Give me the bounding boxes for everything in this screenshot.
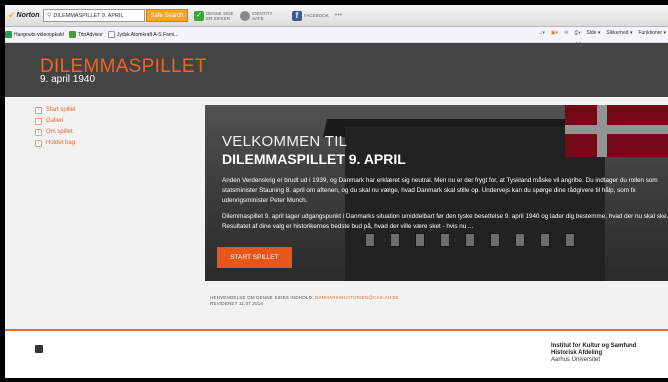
- footer-institute-name: Institut for Kultur og Samfund: [551, 343, 637, 349]
- nav-item-label: Start spillet: [46, 107, 76, 113]
- chevron-right-icon: ›: [35, 106, 42, 114]
- facebook-button[interactable]: f FACEBOOK: [292, 10, 329, 21]
- favorite-tripadvisor-label: TripAdvisor: [77, 31, 103, 38]
- favorite-tripadvisor[interactable]: TripAdvisor: [68, 31, 103, 38]
- nav-item-label: Om spillet: [46, 129, 73, 135]
- page-menu[interactable]: Side ▾: [586, 30, 600, 36]
- green-check-icon: ✓: [194, 10, 204, 21]
- hero-welcome: VELKOMMEN TIL: [222, 133, 348, 150]
- nav-item-holdet-bag[interactable]: › Holdet bag: [35, 138, 195, 148]
- contact-line: HENVENDELSE OM DENNE SIDES INDHOLD: DANM…: [210, 295, 399, 300]
- hero-description-paragraph: Dilemmaspillet 9. april tager udgangspun…: [222, 213, 668, 230]
- footer-department-name: Historisk Afdeling: [551, 350, 603, 356]
- more-label: •••: [334, 12, 343, 19]
- norton-check-icon: ✓: [8, 10, 16, 20]
- norton-brand-label: Norton: [16, 12, 40, 19]
- page-icon: [107, 31, 115, 38]
- identity-icon: [240, 10, 250, 21]
- norton-search-input[interactable]: ⚲ DILEMMASPILLET 9. APRIL: [43, 9, 145, 22]
- start-game-button[interactable]: START SPILLET: [217, 247, 292, 268]
- safe-site-label: DENNE SIDE ER SIKKER: [206, 10, 234, 21]
- tools-menu[interactable]: Funktioner ▾: [638, 30, 666, 36]
- favorite-hangouts-label: Hangouts-videoopkald: [14, 31, 64, 38]
- tripadvisor-icon: [68, 31, 76, 38]
- main-content: › Start spillet › Galleri › Om spillet ›…: [5, 97, 668, 329]
- revised-date: REVIDERET 11.07.2014: [210, 301, 264, 306]
- safe-site-indicator[interactable]: ✓ DENNE SIDE ER SIKKER: [194, 10, 234, 21]
- page-number: 29: [575, 43, 582, 49]
- norton-search-value: DILEMMASPILLET 9. APRIL: [53, 12, 124, 19]
- nav-item-label: Holdet bag: [46, 140, 76, 146]
- nav-item-label: Galleri: [46, 118, 64, 124]
- norton-logo[interactable]: ✓ Norton: [5, 10, 43, 21]
- feeds-icon[interactable]: ▣▾: [551, 30, 558, 36]
- au-logo-icon[interactable]: [35, 345, 43, 353]
- hero-banner: VELKOMMEN TIL DILEMMASPILLET 9. APRIL An…: [205, 105, 668, 281]
- command-bar: ⌂▾ ▣▾ ✉ ⎙▾ Side ▾ Sikkerhed ▾ Funktioner…: [539, 30, 666, 36]
- nav-item-om-spillet[interactable]: › Om spillet: [35, 127, 195, 137]
- hero-title: DILEMMASPILLET 9. APRIL: [222, 151, 406, 167]
- site-date: 9. april 1940: [40, 74, 96, 85]
- favorite-jydsk-label: Jydsk Atomkraft A-S Fami...: [116, 31, 179, 38]
- nav-item-galleri[interactable]: › Galleri: [35, 116, 195, 126]
- hero-intro-paragraph: Anden Verdenskrig er brudt ud i 1939, og…: [222, 177, 658, 204]
- mail-icon[interactable]: ✉: [564, 30, 568, 36]
- more-button[interactable]: •••: [334, 12, 343, 19]
- chevron-right-icon: ›: [35, 139, 42, 147]
- search-icon: ⚲: [47, 13, 52, 19]
- contact-prefix: HENVENDELSE OM DENNE SIDES INDHOLD:: [210, 295, 315, 300]
- facebook-icon: f: [292, 10, 302, 21]
- contact-email-link[interactable]: DANMARKSHISTORIEN@CAS.AU.DK: [315, 295, 399, 300]
- nav-item-start[interactable]: › Start spillet: [35, 105, 195, 115]
- favorite-jydsk[interactable]: Jydsk Atomkraft A-S Fami...: [107, 31, 179, 38]
- footer-university: Aarhus Universitet: [551, 357, 601, 363]
- site-header: DILEMMASPILLET 9. april 1940: [5, 43, 668, 97]
- home-icon[interactable]: ⌂▾: [539, 30, 545, 36]
- side-navigation: › Start spillet › Galleri › Om spillet ›…: [35, 105, 195, 149]
- identity-safe-label: IDENTITY SAFE: [252, 10, 273, 21]
- favorites-bar: Hangouts-videoopkald TripAdvisor Jydsk A…: [5, 27, 668, 43]
- safe-search-button[interactable]: Safe Search: [146, 9, 188, 22]
- norton-toolbar: ✓ Norton ⚲ DILEMMASPILLET 9. APRIL Safe …: [5, 5, 668, 27]
- favorite-hangouts[interactable]: Hangouts-videoopkald: [5, 31, 64, 38]
- footer-institute: Institut for Kultur og Samfund Historisk…: [551, 343, 636, 357]
- print-icon[interactable]: ⎙▾: [574, 30, 580, 36]
- hangouts-icon: [5, 31, 12, 38]
- security-menu[interactable]: Sikkerhed ▾: [606, 30, 632, 36]
- identity-safe-button[interactable]: IDENTITY SAFE: [240, 10, 274, 21]
- chevron-right-icon: ›: [35, 117, 42, 125]
- facebook-label: FACEBOOK: [304, 13, 329, 18]
- site-footer: Institut for Kultur og Samfund Historisk…: [5, 331, 668, 378]
- chevron-right-icon: ›: [35, 128, 42, 136]
